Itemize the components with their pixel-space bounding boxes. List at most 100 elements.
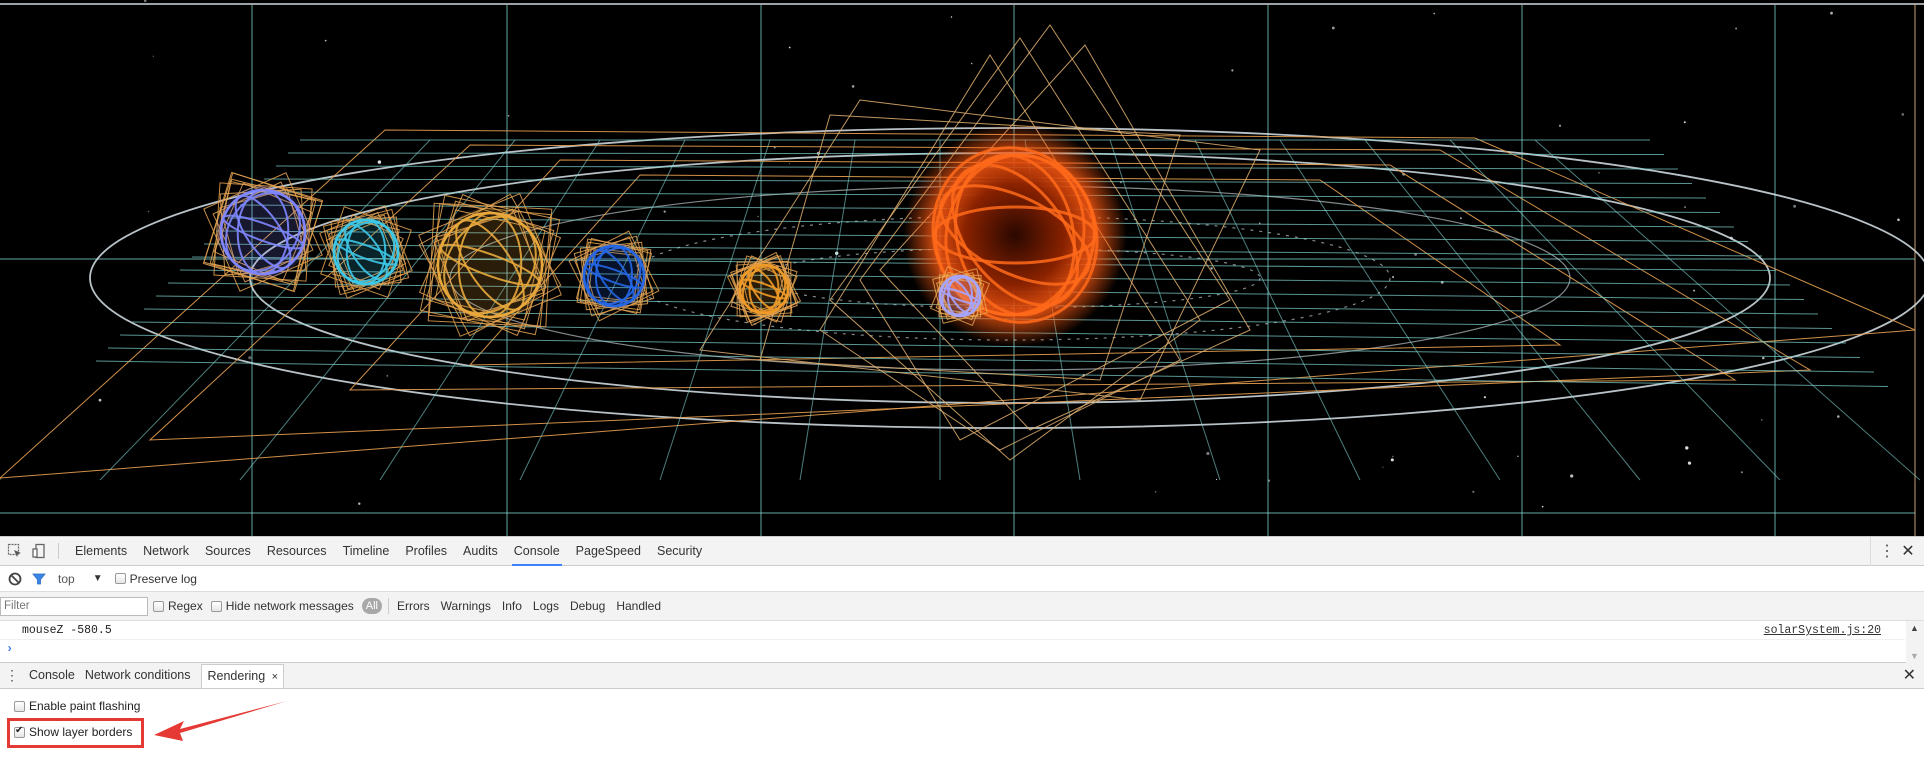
paint-flashing-label: Enable paint flashing bbox=[29, 699, 141, 713]
star bbox=[324, 39, 327, 42]
level-debug-button[interactable]: Debug bbox=[570, 599, 605, 613]
level-warnings-button[interactable]: Warnings bbox=[441, 599, 491, 613]
filter-input[interactable] bbox=[0, 596, 148, 616]
drawer-tab-console[interactable]: Console bbox=[24, 662, 80, 688]
inspect-element-icon[interactable] bbox=[6, 542, 24, 560]
drawer-tab-rendering-label: Rendering bbox=[207, 669, 266, 683]
star bbox=[1683, 121, 1686, 124]
star bbox=[152, 55, 154, 57]
console-toolbar: top ▼ Preserve log bbox=[0, 566, 1924, 592]
devtools-panel: Elements Network Sources Resources Timeline P… bbox=[0, 536, 1924, 765]
preserve-log-box[interactable] bbox=[114, 573, 126, 584]
webgl-canvas-viewport[interactable] bbox=[0, 0, 1924, 536]
console-scrollbar[interactable]: ▲ ▼ bbox=[1906, 621, 1924, 663]
star bbox=[1559, 124, 1561, 127]
star bbox=[970, 62, 973, 65]
execution-context-select[interactable]: top ▼ bbox=[58, 572, 103, 586]
drawer-tab-network-conditions[interactable]: Network conditions bbox=[80, 662, 196, 688]
star bbox=[757, 215, 759, 218]
regex-label: Regex bbox=[168, 599, 203, 613]
tab-sources[interactable]: Sources bbox=[197, 537, 259, 566]
console-prompt[interactable]: › bbox=[6, 640, 13, 658]
layer-border-line bbox=[1449, 139, 1781, 481]
star bbox=[788, 46, 791, 49]
level-all-button[interactable]: All bbox=[361, 598, 382, 614]
star bbox=[1901, 113, 1905, 116]
star bbox=[1684, 206, 1686, 209]
star bbox=[1231, 69, 1234, 72]
tab-security[interactable]: Security bbox=[649, 537, 710, 566]
paint-flashing-checkbox[interactable] bbox=[14, 700, 25, 712]
close-drawer-button[interactable]: ✕ bbox=[1903, 663, 1916, 689]
star bbox=[789, 162, 791, 165]
device-mode-icon[interactable] bbox=[30, 542, 48, 560]
star bbox=[1206, 451, 1210, 456]
preserve-log-checkbox[interactable]: Preserve log bbox=[114, 571, 197, 586]
tab-timeline[interactable]: Timeline bbox=[335, 537, 398, 566]
regex-checkbox[interactable]: Regex bbox=[153, 599, 203, 613]
toolbar-divider bbox=[58, 543, 59, 559]
tab-console[interactable]: Console bbox=[506, 537, 568, 566]
clear-console-icon[interactable] bbox=[6, 570, 24, 588]
planet-glow bbox=[216, 185, 310, 279]
annotation-highlight-box bbox=[7, 718, 144, 748]
tab-resources[interactable]: Resources bbox=[259, 537, 335, 566]
star bbox=[1761, 419, 1763, 421]
hide-network-box[interactable] bbox=[210, 600, 222, 612]
tab-pagespeed[interactable]: PageSpeed bbox=[568, 537, 649, 566]
filter-funnel-icon[interactable] bbox=[30, 570, 48, 588]
tab-elements[interactable]: Elements bbox=[67, 537, 135, 566]
close-devtools-button[interactable]: ✕ bbox=[1898, 537, 1918, 566]
star bbox=[1793, 204, 1796, 208]
paint-flashing-option[interactable]: Enable paint flashing bbox=[14, 699, 140, 713]
star bbox=[1331, 26, 1335, 30]
star bbox=[1570, 474, 1574, 478]
star bbox=[358, 502, 361, 505]
console-message-source-link[interactable]: solarSystem.js:20 bbox=[1764, 621, 1881, 640]
layer-border-line bbox=[1109, 139, 1221, 481]
gold-planet bbox=[418, 193, 562, 337]
star bbox=[386, 375, 389, 377]
drawer-menu-icon[interactable]: ⋮ bbox=[0, 662, 24, 688]
level-handled-button[interactable]: Handled bbox=[616, 599, 661, 613]
close-tab-icon[interactable]: × bbox=[272, 671, 278, 683]
star bbox=[1685, 446, 1689, 450]
star bbox=[1210, 267, 1213, 270]
tab-network[interactable]: Network bbox=[135, 537, 197, 566]
scroll-down-arrow-icon[interactable]: ▼ bbox=[1910, 651, 1919, 661]
planet-glow bbox=[581, 243, 647, 309]
level-info-button[interactable]: Info bbox=[502, 599, 522, 613]
layer-border-line bbox=[107, 347, 1875, 373]
level-logs-button[interactable]: Logs bbox=[533, 599, 559, 613]
star bbox=[872, 307, 874, 310]
scroll-up-arrow-icon[interactable]: ▲ bbox=[1910, 623, 1919, 633]
star bbox=[1837, 415, 1840, 418]
hide-network-checkbox[interactable]: Hide network messages bbox=[210, 599, 354, 613]
star bbox=[1460, 217, 1462, 220]
preserve-log-label: Preserve log bbox=[129, 571, 197, 586]
star bbox=[1392, 455, 1394, 458]
star bbox=[950, 16, 953, 18]
star bbox=[143, 0, 147, 3]
rendering-panel: Enable paint flashing Show layer borders bbox=[0, 689, 1924, 765]
orange-small-planet bbox=[726, 251, 802, 327]
tab-audits[interactable]: Audits bbox=[455, 537, 506, 566]
regex-box[interactable] bbox=[153, 600, 164, 612]
star bbox=[1215, 478, 1218, 481]
star bbox=[1598, 172, 1600, 174]
star bbox=[1541, 505, 1544, 508]
star bbox=[663, 210, 666, 213]
level-divider bbox=[387, 598, 389, 614]
blue-planet bbox=[568, 230, 660, 322]
star bbox=[851, 85, 855, 88]
star bbox=[1154, 491, 1157, 493]
level-errors-button[interactable]: Errors bbox=[397, 599, 430, 613]
devtools-main-tabbar: Elements Network Sources Resources Timeline P… bbox=[0, 537, 1924, 566]
drawer-tab-rendering[interactable]: Rendering × bbox=[201, 664, 285, 688]
layer-border-line bbox=[519, 139, 686, 481]
star bbox=[1517, 455, 1519, 457]
star bbox=[1740, 471, 1743, 474]
kebab-menu-icon[interactable]: ⋮ bbox=[1870, 537, 1895, 566]
tab-profiles[interactable]: Profiles bbox=[397, 537, 455, 566]
star bbox=[147, 210, 150, 213]
